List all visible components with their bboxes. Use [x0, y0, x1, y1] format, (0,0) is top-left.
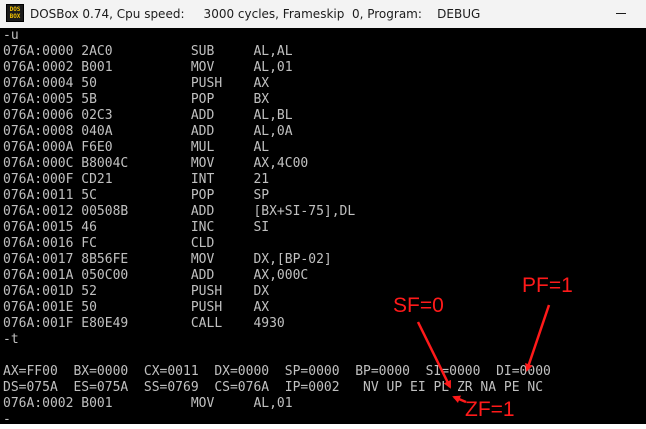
console-line: 076A:0017 8B56FE MOV DX,[BP-02]: [3, 252, 332, 267]
console-line: DS=075A ES=075A SS=0769 CS=076A IP=0002 …: [3, 380, 544, 395]
console-line: 076A:001D 52 PUSH DX: [3, 284, 270, 299]
console-line: AX=FF00 BX=0000 CX=0011 DX=0000 SP=0000 …: [3, 364, 551, 379]
dos-console[interactable]: -u 076A:0000 2AC0 SUB AL,AL 076A:0002 B001…: [0, 28, 646, 424]
title-bar[interactable]: DOS BOX DOSBox 0.74, Cpu speed: 3000 cyc…: [0, 0, 646, 28]
minimize-icon: [616, 13, 626, 14]
console-line: 076A:0015 46 INC SI: [3, 220, 270, 235]
console-line: 076A:0000 2AC0 SUB AL,AL: [3, 44, 293, 59]
console-line: 076A:001E 50 PUSH AX: [3, 300, 270, 315]
console-line: 076A:0012 00508B ADD [BX+SI-75],DL: [3, 204, 356, 219]
sf-annotation-label: SF=0: [393, 294, 444, 317]
dosbox-icon: DOS BOX: [6, 4, 24, 22]
console-line: 076A:000A F6E0 MUL AL: [3, 140, 270, 155]
console-line: 076A:0004 50 PUSH AX: [3, 76, 270, 91]
console-line: 076A:000F CD21 INT 21: [3, 172, 270, 187]
console-line: -t: [3, 332, 19, 347]
console-output: -u 076A:0000 2AC0 SUB AL,AL 076A:0002 B001…: [3, 28, 551, 424]
console-line: 076A:0002 B001 MOV AL,01: [3, 60, 293, 75]
console-line: -u: [3, 28, 19, 43]
console-line: 076A:0008 040A ADD AL,0A: [3, 124, 293, 139]
console-line: 076A:0011 5C POP SP: [3, 188, 270, 203]
dosbox-window: DOS BOX DOSBox 0.74, Cpu speed: 3000 cyc…: [0, 0, 646, 429]
zf-annotation-label: ZF=1: [465, 398, 515, 421]
console-line: 076A:000C B8004C MOV AX,4C00: [3, 156, 309, 171]
console-line: 076A:0016 FC CLD: [3, 236, 215, 251]
minimize-button[interactable]: [598, 0, 644, 28]
window-bottom-border: [0, 424, 646, 429]
window-title: DOSBox 0.74, Cpu speed: 3000 cycles, Fra…: [30, 7, 481, 21]
pf-annotation-label: PF=1: [522, 274, 573, 297]
console-line: 076A:001F E80E49 CALL 4930: [3, 316, 285, 331]
console-line: 076A:0005 5B POP BX: [3, 92, 270, 107]
console-line: 076A:0006 02C3 ADD AL,BL: [3, 108, 293, 123]
console-line: 076A:001A 050C00 ADD AX,000C: [3, 268, 309, 283]
